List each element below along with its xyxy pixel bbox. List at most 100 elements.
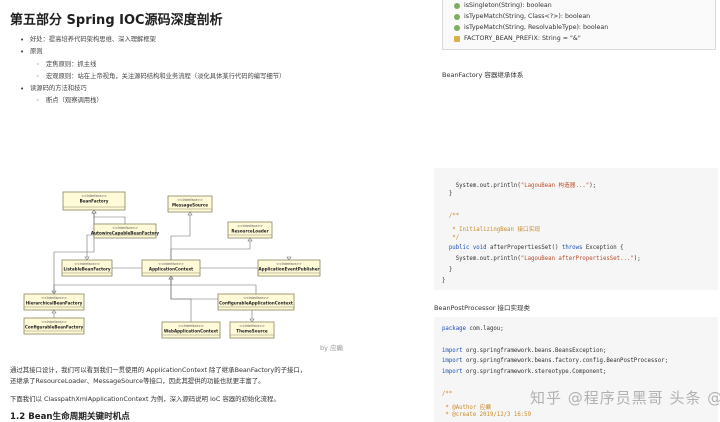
inheritance-edge [53, 276, 172, 294]
arrow-head [187, 211, 193, 216]
uml-interface-box: <<Interface>>AutowireCapableBeanFactory [91, 223, 160, 239]
field-icon [454, 35, 460, 42]
diagram-watermark: by 应癫 [320, 344, 344, 352]
code-line: import org.springframework.stereotype.Co… [442, 369, 607, 376]
paragraph-line: 还继承了ResourceLoader、MessageSource等接口，因此其提… [10, 376, 265, 385]
code-line: package com.lagou; [442, 326, 504, 332]
method-icon [454, 24, 460, 31]
uml-class-name: ThemeSource [236, 329, 268, 334]
uml-class-diagram: <<Interface>>BeanFactory <<Interface>>Mes… [23, 191, 321, 339]
code-line: */ [442, 234, 460, 241]
inheritance-edge [170, 212, 191, 260]
uml-stereotype: <<Interface>> [74, 262, 100, 266]
list-item: 宏观原则：站在上帝视角，关注源码结构和业务流程（淡化具体某行代码的编写细节） [20, 71, 285, 84]
site-watermark: 知乎 @程序员黑哥 头条 @Java码农之路 [530, 389, 720, 407]
uml-stereotype: <<Interface>> [41, 320, 67, 324]
arrow-head [249, 318, 255, 323]
code-line: } [442, 190, 453, 197]
outline-panel: 第五部分 Spring IOC源码深度剖析 好处：提高培养代码架构思维、深入理解… [0, 0, 428, 140]
uml-interface-box: <<Interface>>ListableBeanFactory [61, 259, 113, 277]
uml-stereotype: <<Interface>> [178, 324, 204, 328]
code-block: System.out.println("LagouBean 构造器..."); … [434, 168, 718, 290]
uml-class-name: MessageSource [172, 203, 208, 208]
code-line: * @Author 应癫 [442, 404, 492, 411]
divider-band [0, 140, 720, 168]
code-line: } [442, 267, 453, 274]
method-icon [454, 2, 460, 9]
uml-interface-box: <<Interface>>MessageSource [167, 195, 213, 213]
method-list-panel: isSingleton(String): boolean isTypeMatch… [428, 0, 720, 140]
code-line: * @create 2019/12/3 16:59 [442, 412, 532, 419]
field-signature: FACTORY_BEAN_PREFIX: String = "&" [464, 35, 581, 42]
code-line: /** [442, 390, 453, 397]
uml-class-name: HierarchicalBeanFactory [26, 301, 83, 306]
uml-stereotype: <<Interface>> [237, 224, 263, 228]
uml-interface-box: <<Interface>>ApplicationEventPublisher [257, 259, 321, 277]
uml-stereotype: <<Interface>> [112, 226, 138, 230]
arrow-head [247, 237, 253, 242]
uml-stereotype: <<Interface>> [276, 262, 302, 266]
inheritance-edge [53, 210, 95, 294]
arrow-head [286, 256, 292, 261]
uml-class-name: BeanFactory [80, 199, 109, 204]
uml-interface-box: <<Interface>>HierarchicalBeanFactory [23, 293, 85, 311]
method-row: isTypeMatch(String, ResolvableType): boo… [454, 24, 608, 31]
method-signature: isTypeMatch(String, Class<?>): boolean [464, 13, 591, 20]
code-line: import org.springframework.beans.BeansEx… [442, 347, 607, 354]
uml-interface-box: <<Interface>>ConfigurableApplicationCont… [217, 293, 295, 311]
code-line: public void afterPropertiesSet() throws … [448, 245, 624, 252]
inheritance-edge [170, 276, 257, 294]
list-item: 定焦原则：抓主线 [20, 59, 285, 72]
inheritance-edge [93, 210, 126, 224]
code-panel: System.out.println("LagouBean 构造器..."); … [428, 168, 720, 422]
list-item: 读源码的方法和技巧 [20, 83, 285, 96]
uml-interface-box: <<Interface>>ThemeSource [229, 321, 275, 339]
uml-stereotype: <<Interface>> [41, 296, 67, 300]
paragraph-line: 通过其接口设计，我们可以看到我们一贯使用的 ApplicationContext… [10, 366, 307, 374]
uml-stereotype: <<Interface>> [158, 262, 184, 266]
method-icon [454, 13, 460, 20]
code-line: System.out.println("LagouBean afterPrope… [442, 256, 641, 263]
method-signature: isTypeMatch(String, ResolvableType): boo… [464, 24, 609, 31]
uml-class-name: ListableBeanFactory [63, 267, 110, 272]
list-item: 好处：提高培养代码架构思维、深入理解框架 [20, 34, 285, 47]
paragraph: 通过其接口设计，我们可以看到我们一贯使用的 ApplicationContext… [10, 365, 420, 386]
uml-stereotype: <<Interface>> [81, 194, 107, 198]
uml-interface-box: <<Interface>>ApplicationContext [141, 259, 201, 277]
uml-interface-box: <<Interface>>BeanFactory [62, 191, 126, 211]
arrow-head [51, 309, 57, 314]
arrow-head [91, 209, 97, 214]
method-row: isTypeMatch(String, Class<?>): boolean [454, 13, 590, 20]
method-row: FACTORY_BEAN_PREFIX: String = "&" [454, 35, 581, 42]
uml-stereotype: <<Interface>> [243, 296, 269, 300]
inheritance-edge [170, 238, 251, 260]
uml-class-name: ConfigurableApplicationContext [219, 301, 293, 306]
uml-class-name: AutowireCapableBeanFactory [91, 231, 160, 236]
section-heading: 1.2 Bean生命周期关键时机点 [10, 412, 130, 422]
diagram-panel: <<Interface>> BeanFactory <<Interface>> Mes… [0, 168, 428, 422]
outline-list: 好处：提高培养代码架构思维、深入理解框架 原则 定焦原则：抓主线 宏观原则：站在… [20, 34, 285, 108]
list-item: 原则 [20, 46, 285, 59]
method-row: isSingleton(String): boolean [454, 2, 552, 9]
uml-interface-box: <<Interface>>ResourceLoader [227, 221, 273, 239]
code-line: import org.springframework.beans.factory… [442, 358, 668, 365]
list-item: 断点（观察调用栈） [20, 95, 285, 108]
uml-stereotype: <<Interface>> [177, 198, 203, 202]
page-title: 第五部分 Spring IOC源码深度剖析 [10, 13, 223, 28]
uml-stereotype: <<Interface>> [239, 324, 265, 328]
figure-caption: BeanPostProcessor 接口实现类 [434, 304, 531, 312]
code-line: } [442, 278, 446, 285]
code-line: /** [442, 212, 460, 219]
uml-interface-box: <<Interface>>ConfigurableBeanFactory [23, 317, 85, 335]
arrow-head [84, 256, 90, 261]
code-line: * InitializingBean 接口实现 [442, 226, 541, 233]
uml-interface-box: <<Interface>>WebApplicationContext [161, 321, 221, 339]
figure-caption: BeanFactory 容器继承体系 [442, 71, 524, 79]
uml-class-name: WebApplicationContext [164, 329, 218, 334]
uml-class-name: ApplicationContext [149, 267, 193, 272]
code-line: System.out.println("LagouBean 构造器..."); [442, 183, 597, 189]
uml-class-name: ConfigurableBeanFactory [25, 325, 84, 330]
uml-class-name: ResourceLoader [231, 229, 268, 234]
method-signature: isSingleton(String): boolean [464, 2, 552, 9]
paragraph: 下面我们以 ClasspathXmlApplicationContext 为例，… [10, 395, 280, 403]
